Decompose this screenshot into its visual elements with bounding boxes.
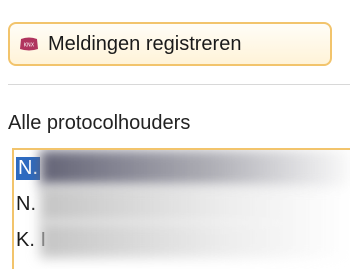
redacted-text [40,150,350,186]
register-messages-button[interactable]: KNX Meldingen registreren [8,22,332,66]
protocol-holders-list[interactable]: N. N. K. I [12,148,350,269]
svg-text:KNX: KNX [24,43,35,49]
redacted-text [40,222,350,258]
list-item-label: N. [16,192,36,215]
list-item[interactable]: K. I [14,222,350,258]
divider [8,84,350,85]
list-item-label: N. [16,156,40,180]
list-header: Alle protocolhouders [8,112,191,134]
knx-device-icon: KNX [20,37,38,51]
list-item[interactable]: N. [14,150,350,186]
list-item[interactable]: N. [14,186,350,222]
register-messages-label: Meldingen registreren [48,32,242,55]
redacted-text [40,186,350,222]
